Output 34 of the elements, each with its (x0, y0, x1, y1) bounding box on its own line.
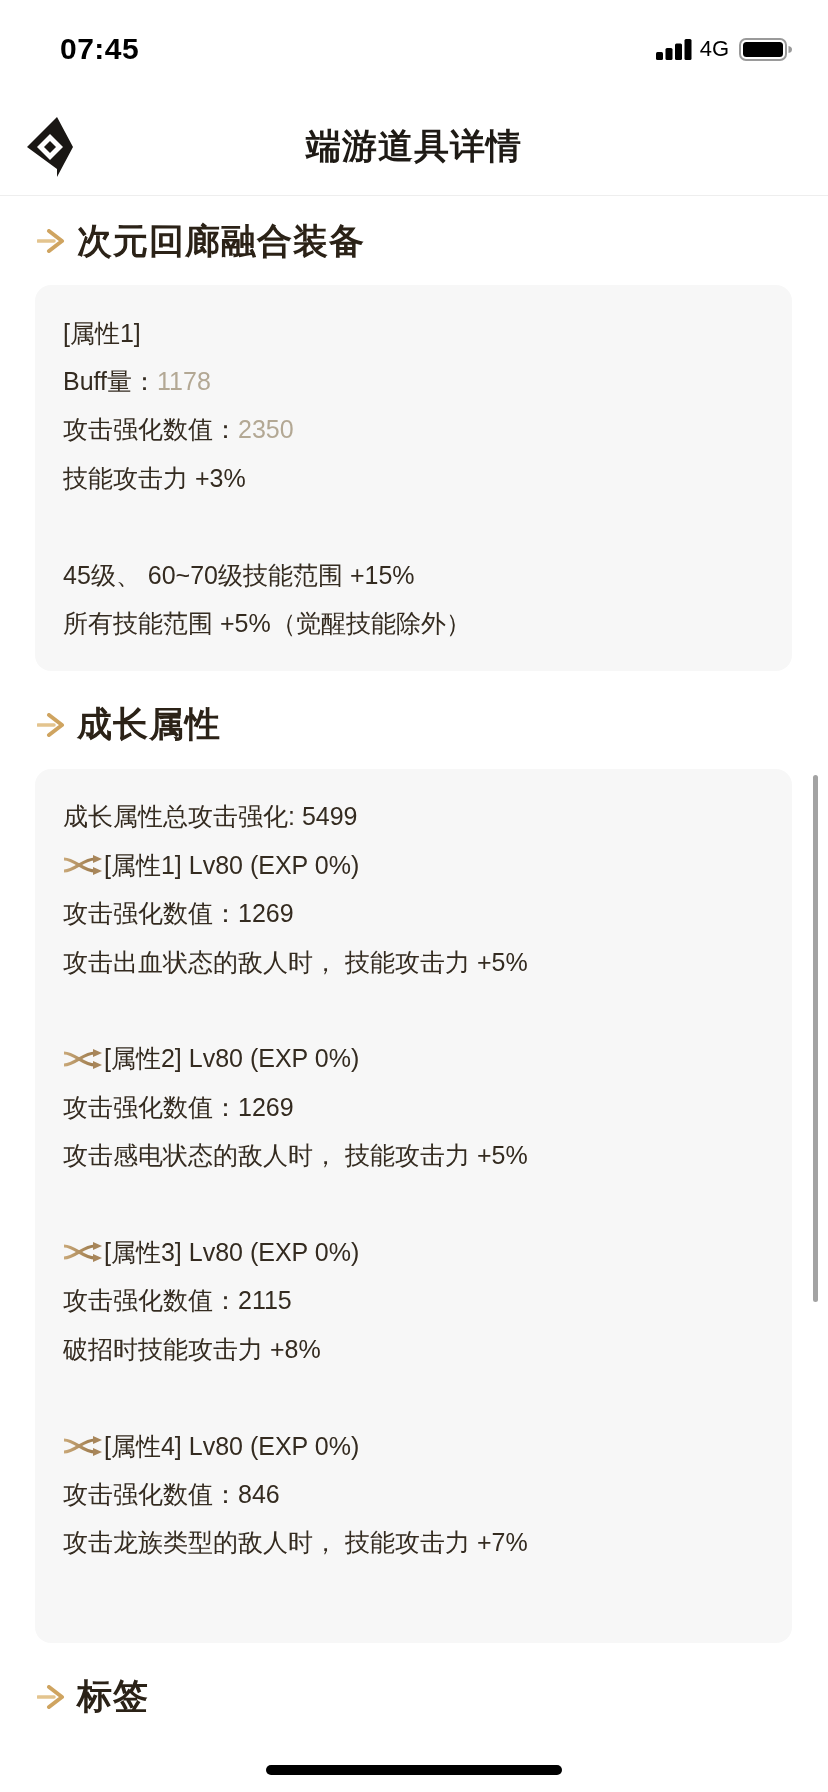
detail-text: 攻击龙族类型的敌人时， 技能攻击力 +7% (63, 1527, 528, 1559)
detail-text: 45级、 60~70级技能范围 +15% (63, 559, 415, 591)
status-time: 07:45 (60, 32, 140, 66)
growth-attribute-title: [属性3] Lv80 (EXP 0%) (104, 1236, 360, 1268)
detail-text: 攻击感电状态的敌人时， 技能攻击力 +5% (63, 1140, 528, 1172)
stat-value: 2350 (238, 415, 294, 445)
growth-attribute-title: [属性4] Lv80 (EXP 0%) (104, 1430, 360, 1462)
shuffle-icon (63, 1436, 103, 1456)
stat-value: 1178 (157, 367, 211, 397)
detail-text: 攻击强化数值：1269 (63, 898, 294, 930)
section-title: 标签 (77, 1675, 149, 1718)
page-title: 端游道具详情 (306, 125, 522, 167)
detail-text: 攻击强化数值：2115 (63, 1285, 292, 1317)
shuffle-icon (63, 1242, 103, 1263)
stat-label: 攻击强化数值： (63, 414, 238, 446)
section-title: 成长属性 (77, 703, 221, 746)
diamond-logo-icon (27, 117, 73, 177)
detail-text: 破招时技能攻击力 +8% (63, 1333, 321, 1365)
detail-text: 攻击出血状态的敌人时， 技能攻击力 +5% (63, 946, 528, 978)
shuffle-icon (63, 1048, 103, 1069)
growth-attribute-title: [属性1] Lv80 (EXP 0%) (104, 849, 360, 881)
growth-attribute-title: [属性2] Lv80 (EXP 0%) (104, 1043, 360, 1075)
signal-icon (655, 38, 692, 60)
detail-text: 所有技能范围 +5%（觉醒技能除外） (63, 608, 471, 640)
detail-text: [属性1] (63, 317, 141, 349)
network-label: 4G (699, 36, 729, 62)
detail-text: 技能攻击力 +3% (63, 462, 246, 494)
detail-text: 成长属性总攻击强化: 5499 (63, 801, 358, 833)
section-title: 次元回廊融合装备 (77, 219, 365, 262)
battery-icon (739, 37, 792, 61)
detail-text: 攻击强化数值：846 (63, 1478, 280, 1510)
shuffle-icon (63, 855, 103, 876)
stat-label: Buff量： (63, 366, 158, 398)
detail-text: 攻击强化数值：1269 (63, 1091, 294, 1123)
